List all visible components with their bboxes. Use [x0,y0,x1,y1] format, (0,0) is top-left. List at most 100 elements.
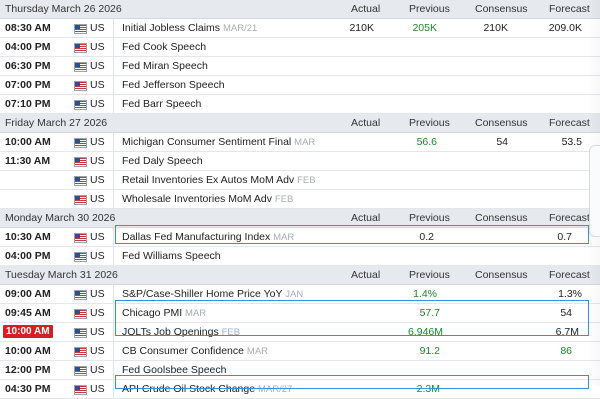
event-time: 07:10 PM [5,98,51,110]
event-name[interactable]: CB Consumer Confidence MAR [122,345,268,357]
us-flag-icon [74,385,87,395]
consensus-value: 210K [483,22,508,34]
reference-period: FEB [274,194,294,205]
us-flag-icon [74,81,87,91]
scroll-handle[interactable] [589,145,600,237]
event-row[interactable]: 09:45 AM US Chicago PMI MAR 57.7 54 [0,304,600,323]
event-row[interactable]: 10:30 AM US Dallas Fed Manufacturing Ind… [0,228,600,247]
reference-period: FEB [297,175,316,186]
event-row[interactable]: 10:00 AM US CB Consumer Confidence MAR 9… [0,342,600,361]
event-name[interactable]: Fed Miran Speech [122,60,208,72]
col-forecast: Forecast [549,269,590,281]
event-name[interactable]: Michigan Consumer Sentiment Final MAR [122,136,315,148]
event-row[interactable]: 06:30 PM US Fed Miran Speech [0,57,600,76]
event-name[interactable]: Dallas Fed Manufacturing Index MAR [122,231,294,243]
country-code: US [90,250,105,262]
event-name[interactable]: Fed Cook Speech [122,41,206,53]
event-row[interactable]: 08:30 AM US Initial Jobless Claims MAR/2… [0,19,600,38]
event-time: 10:30 AM [5,231,51,243]
previous-value: 2.3M [416,383,440,395]
event-row[interactable]: US Wholesale Inventories MoM Adv FEB [0,190,600,209]
scroll-edge[interactable] [588,0,600,386]
event-name[interactable]: S&P/Case-Shiller Home Price YoY JAN [122,288,303,300]
column-divider [113,304,114,322]
country-code: US [90,174,105,186]
event-time: 12:00 PM [5,364,51,376]
country-code: US [90,383,105,395]
column-divider [113,19,114,37]
column-divider [113,171,114,189]
forecast-value: 6.7M [555,326,579,338]
event-row[interactable]: 12:00 PM US Fed Goolsbee Speech [0,361,600,380]
event-time: 08:30 AM [5,22,51,34]
us-flag-icon [74,347,87,357]
event-row[interactable]: 10:00 AM US Michigan Consumer Sentiment … [0,133,600,152]
reference-period: MAR [273,232,295,243]
event-name[interactable]: Fed Barr Speech [122,98,201,110]
previous-value: 1.4% [413,288,437,300]
day-date: Friday March 27 2026 [5,117,108,129]
reference-period: MAR [246,346,269,357]
us-flag-icon [74,138,87,148]
day-header: Friday March 27 2026 Actual Previous Con… [0,114,600,133]
reference-period: MAR/21 [222,23,258,34]
column-divider [113,247,114,265]
us-flag-icon [74,366,87,376]
event-name[interactable]: API Crude Oil Stock Change MAR/27 [122,383,292,395]
forecast-value: 53.5 [561,136,582,148]
event-row[interactable]: 11:30 AM US Fed Daly Speech [0,152,600,171]
country-code: US [90,288,105,300]
event-name[interactable]: Wholesale Inventories MoM Adv FEB [122,193,293,205]
country-code: US [90,345,105,357]
event-row[interactable]: 07:10 PM US Fed Barr Speech [0,95,600,114]
column-divider [113,38,114,56]
col-actual: Actual [351,117,381,129]
country-code: US [90,326,105,338]
event-row[interactable]: 07:00 PM US Fed Jefferson Speech [0,76,600,95]
col-previous: Previous [409,212,450,224]
event-time: 04:30 PM [5,383,51,395]
us-flag-icon [74,43,87,53]
column-divider [113,57,114,75]
event-name[interactable]: Fed Jefferson Speech [122,79,225,91]
event-name[interactable]: Fed Williams Speech [122,250,221,262]
country-code: US [90,307,105,319]
event-row[interactable]: 10:00 AM US JOLTs Job Openings FEB 6.946… [0,323,600,342]
column-divider [113,380,114,398]
event-row[interactable]: 04:00 PM US Fed Cook Speech [0,38,600,57]
event-time: 10:00 AM [5,345,51,357]
event-name[interactable]: Retail Inventories Ex Autos MoM Adv FEB [122,174,316,186]
country-code: US [90,98,105,110]
col-actual: Actual [351,212,381,224]
forecast-value: 54 [560,307,572,319]
col-previous: Previous [409,269,450,281]
forecast-value: 0.7 [557,231,572,243]
previous-value: 56.6 [416,136,437,148]
column-divider [113,228,114,246]
event-name[interactable]: Fed Daly Speech [122,155,203,167]
economic-calendar: Thursday March 26 2026 Actual Previous C… [0,0,600,399]
us-flag-icon [74,157,87,167]
us-flag-icon [74,290,87,300]
event-row[interactable]: 09:00 AM US S&P/Case-Shiller Home Price … [0,285,600,304]
event-name[interactable]: Chicago PMI MAR [122,307,206,319]
previous-value: 0.2 [419,231,434,243]
day-header: Tuesday March 31 2026 Actual Previous Co… [0,266,600,285]
col-previous: Previous [409,117,450,129]
event-name[interactable]: Initial Jobless Claims MAR/21 [122,22,257,34]
event-row[interactable]: US Retail Inventories Ex Autos MoM Adv F… [0,171,600,190]
event-time: 09:00 AM [5,288,51,300]
column-divider [113,342,114,360]
us-flag-icon [74,328,87,338]
event-row[interactable]: 04:00 PM US Fed Williams Speech [0,247,600,266]
event-time: 10:00 AM [5,136,51,148]
day-date: Monday March 30 2026 [5,212,116,224]
column-divider [113,190,114,208]
col-consensus: Consensus [475,117,528,129]
event-time: 11:30 AM [5,155,51,167]
event-name[interactable]: Fed Goolsbee Speech [122,364,227,376]
event-name[interactable]: JOLTs Job Openings FEB [122,326,240,338]
actual-value: 210K [349,22,374,34]
event-row[interactable]: 04:30 PM US API Crude Oil Stock Change M… [0,380,600,399]
column-divider [113,133,114,151]
